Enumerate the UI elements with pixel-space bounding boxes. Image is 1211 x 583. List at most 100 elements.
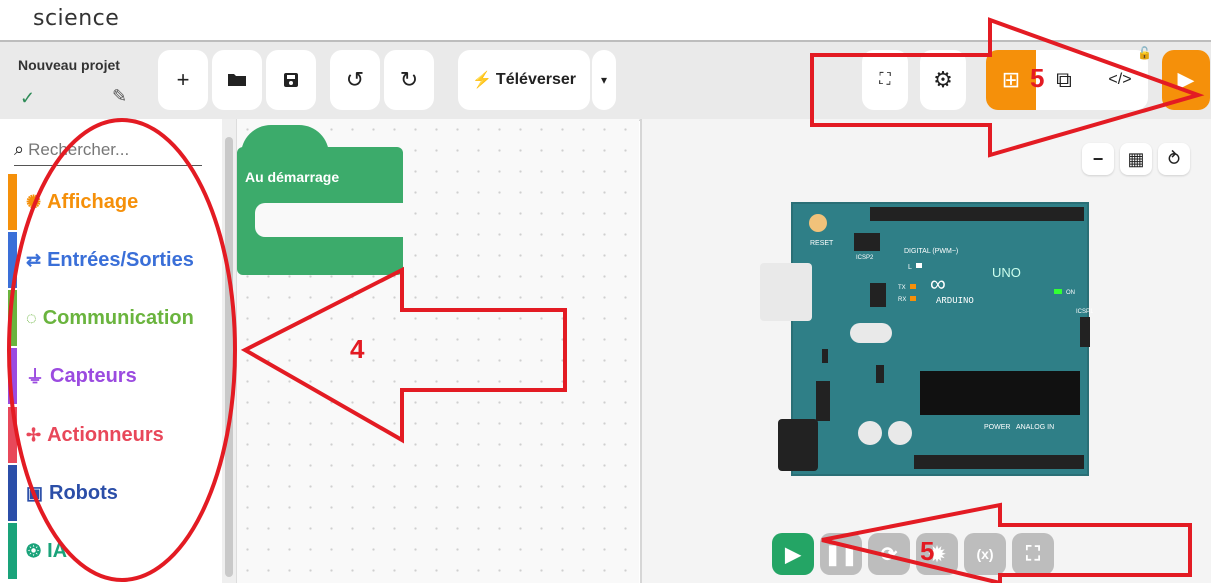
variables-icon: (x)	[976, 546, 994, 562]
caret-down-icon: ▾	[600, 73, 608, 87]
category-color-bar	[8, 232, 17, 288]
lightbulb-icon: ✺	[26, 191, 42, 212]
lock-icon[interactable]: 🔓	[1137, 46, 1152, 60]
board-select-button[interactable]: ▦	[1120, 143, 1152, 175]
category-communication[interactable]: ◌ Communication	[8, 290, 222, 346]
new-project-button[interactable]: +	[158, 50, 208, 110]
category-actionneurs[interactable]: ✢ Actionneurs	[8, 407, 222, 463]
search-icon: ⌕	[14, 139, 25, 159]
reset-button[interactable]	[809, 214, 827, 232]
power-jack	[778, 419, 818, 471]
icsp1-header	[1080, 317, 1090, 347]
icsp2-header	[854, 233, 880, 251]
redo-icon: ↻	[399, 67, 419, 92]
project-info: Nouveau projet ✓ ✎	[8, 52, 138, 112]
crystal	[850, 323, 892, 343]
arrows-exchange-icon: ⇄	[26, 249, 42, 270]
category-entrees-sorties[interactable]: ⇄ Entrées/Sorties	[8, 232, 222, 288]
arduino-label: ARDUINO	[936, 296, 974, 306]
blocks-view-icon: ⊞	[1001, 67, 1021, 92]
settings-button[interactable]: ⚙	[920, 50, 966, 110]
atmega-chip	[920, 371, 1080, 415]
block-categories-sidebar: ⌕ Rechercher... ✺ Affichage ⇄ Entrées/Sor…	[0, 119, 222, 583]
category-robots[interactable]: ▣ Robots	[8, 465, 222, 521]
run-simulation-button[interactable]: ▶	[1162, 50, 1210, 110]
category-capteurs[interactable]: ⏚ Capteurs	[8, 348, 222, 404]
plug-icon: ⏚	[26, 367, 44, 387]
rx-led	[910, 296, 916, 301]
capacitor-1	[858, 421, 882, 445]
brand-logo: science	[33, 6, 120, 31]
category-label: Robots	[49, 481, 118, 504]
redo-button[interactable]: ↻	[384, 50, 434, 110]
on-label: ON	[1066, 290, 1075, 296]
chat-bubble-icon: ◌	[26, 307, 37, 328]
block-body: Au démarrage	[237, 147, 403, 275]
folder-icon	[228, 74, 246, 86]
undo-button[interactable]: ↺	[330, 50, 380, 110]
annotation-label-4: 4	[350, 334, 365, 364]
on-led	[1054, 289, 1062, 294]
brain-icon: ❂	[26, 540, 42, 561]
play-icon: ▶	[785, 543, 801, 566]
chip-icon: ▦	[1127, 148, 1145, 169]
reset-label: RESET	[810, 240, 834, 247]
power-label: POWER	[984, 424, 1010, 431]
robot-icon: ▣	[26, 482, 44, 503]
sim-play-button[interactable]: ▶	[772, 533, 814, 575]
block-label: Au démarrage	[245, 169, 340, 185]
category-color-bar	[8, 348, 17, 404]
annotation-label-5-top: 5	[1030, 63, 1045, 93]
search-placeholder: Rechercher...	[28, 140, 130, 159]
edit-project-icon[interactable]: ✎	[112, 86, 127, 107]
tx-led	[910, 284, 916, 289]
category-affichage[interactable]: ✺ Affichage	[8, 174, 222, 230]
sim-restart-button[interactable]: ⟳	[868, 533, 910, 575]
arduino-board[interactable]: RESET ICSP2 DIGITAL (PWM~) L ∞ UNO ARDUI…	[760, 197, 1096, 489]
blocks-canvas[interactable]: Au démarrage	[237, 119, 639, 583]
save-project-button[interactable]	[266, 50, 316, 110]
sim-fullscreen-button[interactable]: ⛶	[1012, 533, 1054, 575]
icsp2-label: ICSP2	[856, 255, 874, 261]
icsp1-label: ICSP1	[1076, 309, 1094, 315]
sim-variables-button[interactable]: (x)	[964, 533, 1006, 575]
upload-button[interactable]: ⚡ Téléverser	[458, 50, 590, 110]
category-ia[interactable]: ❂ IA	[8, 523, 222, 579]
undo-icon: ↺	[345, 67, 365, 92]
category-color-bar	[8, 523, 17, 579]
workspace: ⌕ Rechercher... ✺ Affichage ⇄ Entrées/Sor…	[0, 119, 1211, 583]
pause-icon: ❚❚	[824, 543, 858, 566]
search-field[interactable]: ⌕ Rechercher...	[14, 139, 202, 166]
category-label: Affichage	[47, 190, 139, 213]
category-label: Communication	[42, 306, 194, 329]
block-statement-slot	[255, 203, 403, 237]
digital-header	[870, 207, 1084, 221]
open-project-button[interactable]	[212, 50, 262, 110]
sim-pause-button[interactable]: ❚❚	[820, 533, 862, 575]
led-l-label: L	[908, 264, 912, 271]
capacitor-2	[888, 421, 912, 445]
category-label: Capteurs	[50, 364, 137, 387]
capacitor	[816, 381, 830, 421]
category-label: IA	[47, 539, 68, 562]
category-color-bar	[8, 465, 17, 521]
wiring-button[interactable]: ⥁	[1158, 143, 1190, 175]
analog-label: ANALOG IN	[1016, 424, 1054, 431]
lightning-icon: ⚡	[472, 72, 492, 89]
usb-port	[760, 263, 812, 321]
saved-check-icon: ✓	[20, 88, 36, 108]
sidebar-scrollbar[interactable]	[222, 119, 237, 583]
scrollbar-thumb[interactable]	[225, 137, 233, 577]
resistor	[876, 365, 884, 383]
diode	[822, 349, 828, 363]
category-label: Entrées/Sorties	[47, 248, 194, 271]
zoom-out-button[interactable]: −	[1082, 143, 1114, 175]
cable-icon: ⥁	[1167, 148, 1181, 169]
fullscreen-button[interactable]: ⛶	[862, 50, 908, 110]
simulator-pane: − ▦ ⥁ RESET ICSP2 DIGITAL (PWM~) L ∞ UNO…	[640, 119, 1211, 583]
category-color-bar	[8, 407, 17, 463]
code-view-icon: </>	[1108, 71, 1132, 88]
blocks-view-button[interactable]: ⊞	[986, 50, 1036, 110]
upload-options-dropdown[interactable]: ▾	[592, 50, 616, 110]
tx-label: TX	[898, 285, 906, 291]
